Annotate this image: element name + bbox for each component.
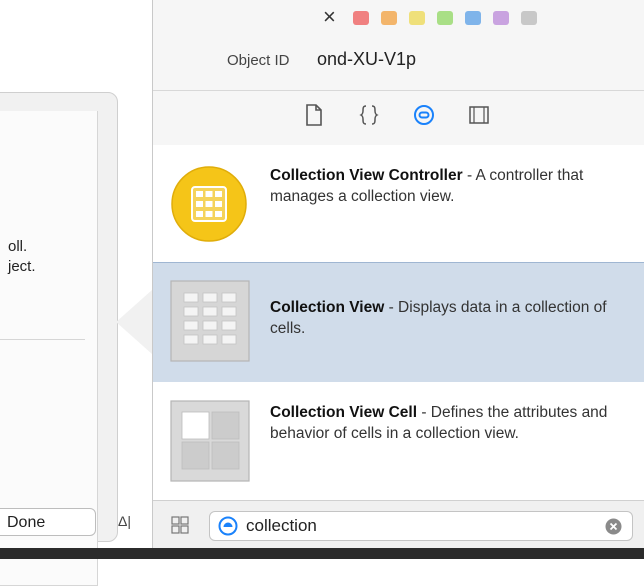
label-swatch[interactable] (521, 11, 537, 25)
search-field[interactable] (209, 511, 633, 541)
grid-view-icon[interactable] (171, 516, 189, 534)
file-template-icon[interactable] (303, 103, 325, 127)
library-tabs (153, 90, 644, 146)
library-item-title: Collection View Cell (270, 404, 418, 421)
library-filter-bar (153, 500, 644, 549)
delta-glyph: Δ (118, 513, 128, 529)
library-item-title: Collection View Controller (270, 167, 463, 184)
media-library-icon[interactable] (468, 103, 490, 127)
library-item-text: Collection View Cell - Defines the attri… (270, 402, 628, 444)
popover-text-line: oll. (8, 238, 28, 255)
library-item-text: Collection View Controller - A controlle… (270, 165, 628, 207)
popover (0, 92, 118, 586)
collection-view-cell-icon (170, 400, 250, 482)
library-item-title: Collection View (270, 299, 385, 316)
label-swatch[interactable] (465, 11, 481, 25)
filter-icon[interactable] (218, 516, 238, 536)
label-swatch[interactable] (353, 11, 369, 25)
popover-divider (0, 339, 85, 340)
label-swatch[interactable] (437, 11, 453, 25)
popover-arrow (116, 290, 152, 354)
delta-icon[interactable]: Δ| (118, 513, 131, 529)
object-id-label: Object ID (227, 52, 290, 69)
clear-search-icon[interactable] (605, 518, 622, 535)
label-swatch[interactable] (381, 11, 397, 25)
library-item-collection-view-cell[interactable]: Collection View Cell - Defines the attri… (153, 382, 644, 501)
library-item-collection-view[interactable]: Collection View - Displays data in a col… (153, 262, 644, 384)
bottom-bar (0, 548, 644, 559)
library-item-text: Collection View - Displays data in a col… (270, 297, 628, 339)
object-id-value[interactable]: ond-XU-V1p (317, 49, 416, 70)
done-button[interactable]: Done (0, 508, 96, 536)
popover-text-line: ject. (8, 258, 36, 275)
collection-view-controller-icon (171, 166, 247, 242)
search-input[interactable] (246, 515, 586, 537)
utilities-panel: × Object ID ond-XU-V1p Collection View C… (152, 0, 644, 549)
collection-view-icon (170, 280, 250, 362)
object-library-icon[interactable] (413, 103, 435, 127)
library-item-collection-view-controller[interactable]: Collection View Controller - A controlle… (153, 145, 644, 263)
popover-text: oll. ject. (8, 237, 36, 277)
label-swatch[interactable] (493, 11, 509, 25)
label-swatch[interactable] (409, 11, 425, 25)
code-snippet-icon[interactable] (358, 103, 380, 127)
close-icon[interactable]: × (323, 4, 336, 30)
canvas-area: oll. ject. Done Δ| (0, 0, 152, 586)
